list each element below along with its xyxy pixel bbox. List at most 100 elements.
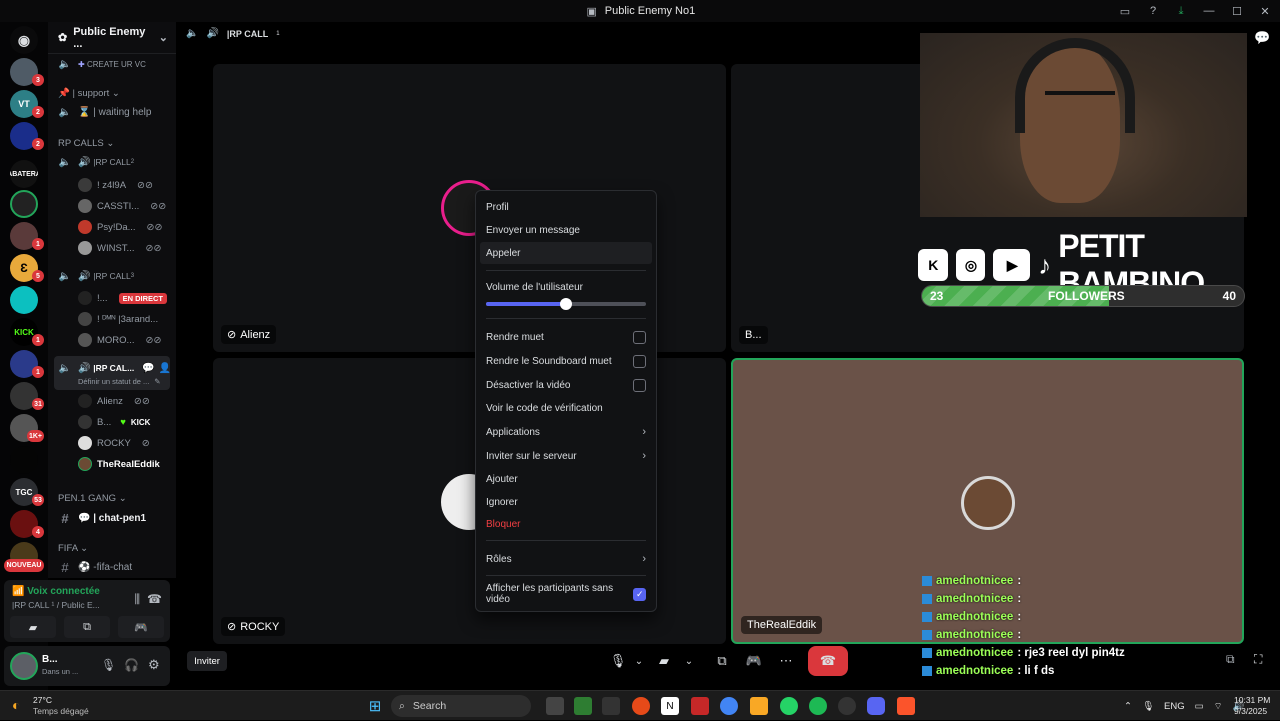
chat-icon[interactable]: 💬 (1254, 30, 1270, 46)
taskbar-app-icon[interactable] (546, 697, 564, 715)
maximize-icon[interactable]: ☐ (1230, 4, 1244, 18)
discord-icon[interactable] (867, 697, 885, 715)
menu-item-mute[interactable]: Rendre muet (480, 326, 652, 348)
voice-member[interactable]: ! ᴰᴹᴺ |3arand... (78, 310, 158, 328)
obs-icon[interactable] (838, 697, 856, 715)
voice-member[interactable]: Alienz ⊘⊘ (78, 392, 150, 410)
menu-item-disable-video[interactable]: Désactiver la vidéo (480, 374, 652, 396)
channel-fifa-chat[interactable]: # ⚽ -fifa-chat (48, 557, 176, 577)
minimize-icon[interactable]: — (1202, 4, 1216, 18)
voice-member[interactable]: MORO... ⊘⊘ (78, 331, 161, 349)
discord-home-icon[interactable]: ◉ (10, 26, 38, 54)
disconnect-icon[interactable]: ☎ (147, 592, 162, 606)
popout-icon[interactable]: ⧉ (1226, 652, 1235, 667)
camera-options-button[interactable]: ⌄ (682, 646, 696, 676)
menu-item-roles[interactable]: Rôles › (480, 548, 652, 570)
gear-icon[interactable]: ⚙ (148, 657, 160, 673)
menu-item-applications[interactable]: Applications › (480, 421, 652, 443)
menu-item-show-no-video[interactable]: Afficher les participants sans vidéo ✓ (480, 583, 652, 605)
voice-member[interactable]: ! z4l9A ⊘⊘ (78, 176, 153, 194)
camera-button[interactable]: ▰ (646, 646, 682, 676)
menu-item-verify-code[interactable]: Voir le code de vérification (480, 397, 652, 419)
mic-options-button[interactable]: ⌄ (632, 646, 646, 676)
brave-icon[interactable] (897, 697, 915, 715)
headphones-icon[interactable]: 🎧 (124, 658, 139, 672)
wifi-icon[interactable]: ⌔ (1214, 701, 1223, 712)
soundwave-icon[interactable]: ⫼ (134, 592, 140, 607)
soundboard-mute-checkbox[interactable] (633, 354, 646, 368)
chrome-icon[interactable] (720, 697, 738, 715)
category-support[interactable]: 📌 | support ⌄ (58, 88, 120, 99)
disable-video-checkbox[interactable] (633, 378, 646, 392)
windows-start-icon[interactable]: ⊞ (366, 697, 384, 715)
taskbar-app-icon[interactable] (574, 697, 592, 715)
mute-checkbox[interactable] (633, 330, 646, 344)
chevron-up-icon[interactable]: ⌃ (1124, 701, 1132, 712)
call-controls: 🎙 ⌄ ▰ ⌄ ⧉ 🎮 ⋯ ☎ (604, 646, 848, 676)
menu-item-soundboard-mute[interactable]: Rendre le Soundboard muet (480, 350, 652, 372)
fullscreen-icon[interactable]: ⛶ (1254, 652, 1262, 667)
slider-knob[interactable] (560, 298, 572, 310)
taskbar-app-icon[interactable] (632, 697, 650, 715)
channel-waiting-help[interactable]: 🔈 ⌛ | waiting help (48, 102, 176, 122)
voice-member[interactable]: ROCKY ⊘ (78, 434, 150, 452)
language-indicator[interactable]: ENG (1164, 701, 1185, 712)
voice-member[interactable]: Psy!Da... ⊘⊘ (78, 218, 162, 236)
folder-icon[interactable] (750, 697, 768, 715)
show-no-video-checkbox[interactable]: ✓ (633, 587, 646, 601)
menu-item-appeler[interactable]: Appeler (480, 242, 652, 264)
clock-time[interactable]: 10:31 PM (1234, 695, 1270, 705)
voice-channel-link[interactable]: |RP CALL ¹ / Public E... (12, 600, 100, 610)
inbox-icon[interactable]: ▭ (1118, 4, 1132, 18)
voice-member[interactable]: WINST... ⊘⊘ (78, 239, 161, 257)
server-icon[interactable]: ABATERA (10, 160, 38, 188)
server-icon[interactable] (10, 190, 38, 218)
voice-member[interactable]: !... EN DIRECT (78, 289, 167, 307)
search-input[interactable]: ⌕ Search (391, 695, 531, 717)
camera-button[interactable]: ▰ (10, 616, 56, 638)
microphone-icon[interactable]: 🎙 (1142, 701, 1154, 712)
category-rp-calls[interactable]: RP CALLS ⌄ (58, 138, 114, 149)
voice-member[interactable]: TheRealEddik (78, 455, 160, 473)
menu-item-invite-server[interactable]: Inviter sur le serveur › (480, 445, 652, 467)
activity-button[interactable]: 🎮 (118, 616, 164, 638)
more-options-button[interactable]: ⋯ (770, 646, 802, 676)
channel-rp-call-2[interactable]: 🔈 🔊 |RP CALL 3 (48, 266, 176, 286)
channel-status[interactable]: Définir un statut de ... ✎ (78, 372, 161, 390)
menu-item-profil[interactable]: Profil (480, 196, 652, 218)
menu-item-bloquer[interactable]: Bloquer (480, 513, 652, 535)
channel-rp-call-1[interactable]: 🔈 🔊 |RP CALL 2 (48, 152, 176, 172)
activity-button[interactable]: 🎮 (738, 646, 770, 676)
whatsapp-icon[interactable] (780, 697, 798, 715)
category-pen-gang[interactable]: PEN.1 GANG ⌄ (58, 493, 127, 504)
close-icon[interactable]: ✕ (1258, 4, 1272, 18)
voice-member[interactable]: B... ♥ KICK (78, 413, 150, 431)
menu-item-ignorer[interactable]: Ignorer (480, 491, 652, 513)
voice-member[interactable]: CASSTI... ⊘⊘ (78, 197, 166, 215)
menu-item-message[interactable]: Envoyer un message (480, 219, 652, 241)
taskbar-app-icon[interactable] (602, 697, 620, 715)
user-volume-slider[interactable] (486, 298, 646, 310)
mic-button[interactable]: 🎙 (604, 646, 632, 676)
microphone-icon[interactable]: 🎙 (101, 658, 116, 672)
category-fifa[interactable]: FIFA ⌄ (58, 543, 88, 554)
server-icon[interactable] (10, 286, 38, 314)
slider-fill (486, 302, 566, 306)
create-vc-channel[interactable]: 🔈 ✚ CREATE UR VC (48, 54, 176, 74)
spotify-icon[interactable] (809, 697, 827, 715)
invite-button[interactable]: Inviter (187, 651, 227, 671)
clock-date[interactable]: 9/3/2025 (1234, 706, 1267, 716)
server-icon[interactable] (10, 446, 38, 474)
display-icon[interactable]: ▭ (1195, 701, 1204, 712)
download-icon[interactable]: ⤓ (1174, 4, 1188, 18)
disconnect-button[interactable]: ☎ (808, 646, 848, 676)
server-header[interactable]: ✿ Public Enemy ... ⌄ (48, 22, 176, 54)
screen-share-button[interactable]: ⧉ (706, 646, 738, 676)
notion-icon[interactable]: N (661, 697, 679, 715)
channel-chat-pen1[interactable]: # 💬 | chat-pen1 (48, 508, 176, 528)
taskbar-app-icon[interactable] (691, 697, 709, 715)
avatar[interactable] (10, 652, 38, 680)
menu-item-ajouter[interactable]: Ajouter (480, 468, 652, 490)
help-icon[interactable]: ? (1146, 4, 1160, 18)
screen-share-button[interactable]: ⧉ (64, 616, 110, 638)
